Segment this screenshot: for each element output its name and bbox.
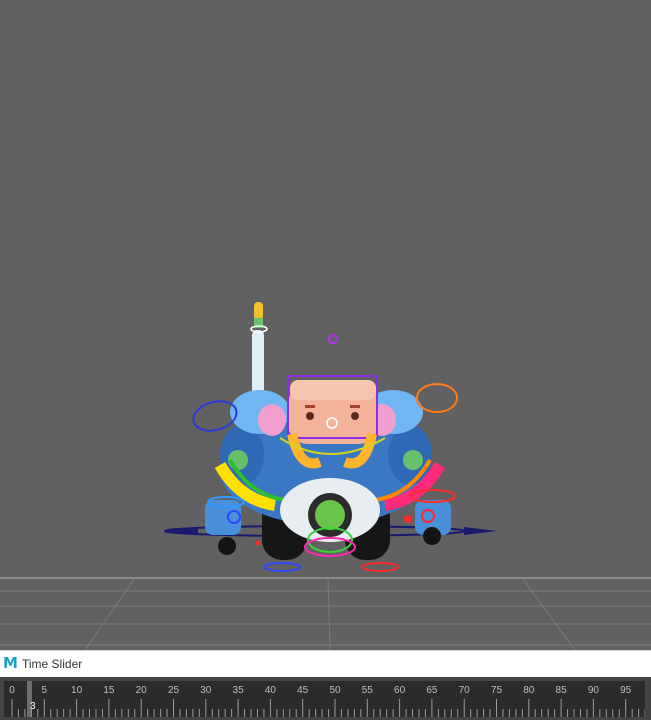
timeline-tick-label: 30: [200, 685, 212, 696]
timeline-ticks: [11, 699, 645, 717]
current-frame-label: 3: [30, 701, 36, 712]
timeline-tick-label: 45: [297, 685, 309, 696]
timeline-tick-label: 90: [587, 685, 599, 696]
time-slider[interactable]: 0 5 10 15 20 25 30 35 40 45 50 55 60 65 70 75 80 85 90 95 3: [0, 677, 651, 720]
timeline-tick-label: 0: [9, 685, 15, 696]
panel-title: Time Slider: [22, 657, 83, 671]
antenna: [250, 302, 268, 400]
timeline-tick-label: 40: [264, 685, 276, 696]
timeline-tick-label: 80: [523, 685, 535, 696]
timeline-tick-label: 65: [426, 685, 438, 696]
timeline-tick-label: 15: [103, 685, 115, 696]
timeline-tick-label: 75: [490, 685, 503, 696]
timeline-tick-label: 85: [555, 685, 567, 696]
ground-grid: [0, 577, 651, 650]
timeline-ruler[interactable]: 0 5 10 15 20 25 30 35 40 45 50 55 60 65 70 75 80 85 90 95 3: [4, 681, 645, 717]
character-rig-scene: [0, 302, 651, 650]
timeline-tick-label: 95: [620, 685, 632, 696]
timeline-tick-label: 35: [232, 685, 244, 696]
timeline-tick-label: 70: [458, 685, 470, 696]
timeline-tick-label: 50: [329, 685, 341, 696]
maya-logo-icon: M: [3, 654, 18, 672]
timeline-tick-label: 20: [135, 685, 147, 696]
timeline-tick-label: 55: [361, 685, 373, 696]
timeline-tick-label: 10: [71, 685, 83, 696]
timeline-tick-label: 25: [167, 685, 180, 696]
timeline-tick-label: 60: [394, 685, 406, 696]
time-slider-titlebar: M Time Slider: [0, 650, 651, 677]
timeline-tick-label: 5: [41, 685, 48, 696]
3d-viewport[interactable]: [0, 0, 651, 650]
